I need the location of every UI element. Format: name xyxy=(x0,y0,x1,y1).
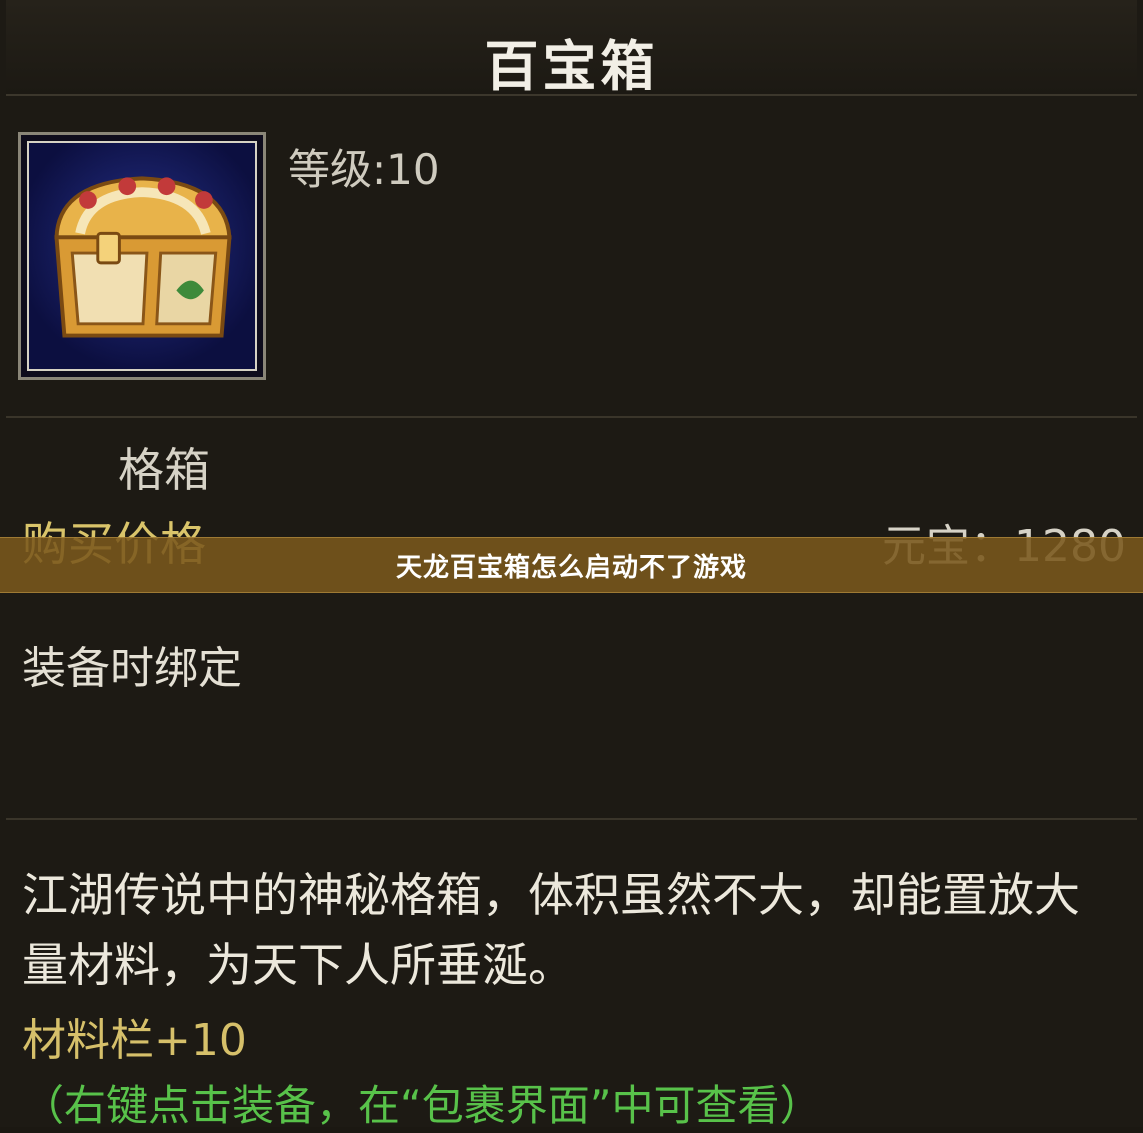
item-bonus: 材料栏+10 xyxy=(22,1015,247,1066)
overlay-banner: 天龙百宝箱怎么启动不了游戏 xyxy=(0,537,1143,593)
item-tooltip-panel: 百宝箱 等级:10 格箱 装备时绑定 江湖传说中的神秘格箱，体积虽然不大，却能置… xyxy=(0,0,1143,1130)
level-label: 等级 xyxy=(288,145,373,194)
item-header: 等级:10 xyxy=(6,96,1137,418)
window-title: 百宝箱 xyxy=(484,35,659,98)
treasure-chest-icon xyxy=(27,141,257,371)
banner-text: 天龙百宝箱怎么启动不了游戏 xyxy=(395,552,747,583)
item-icon-slot[interactable] xyxy=(18,132,266,380)
description-text: 江湖传说中的神秘格箱，体积虽然不大，却能置放大量材料，为天下人所垂涎。 xyxy=(22,868,1080,992)
bind-status: 装备时绑定 xyxy=(22,643,242,694)
level-separator: : xyxy=(372,145,387,194)
item-description: 江湖传说中的神秘格箱，体积虽然不大，却能置放大量材料，为天下人所垂涎。 材料栏+… xyxy=(6,822,1137,1130)
level-value: 10 xyxy=(386,145,440,194)
title-bar: 百宝箱 xyxy=(6,0,1137,98)
treasure-chest-graphic xyxy=(54,176,232,338)
usage-hint: （右键点击装备，在“包裹界面”中可查看） xyxy=(22,1081,822,1130)
item-info: 格箱 购买价格 元宝：1280 装备时绑定 xyxy=(6,418,1137,820)
item-level: 等级:10 xyxy=(288,136,440,197)
item-category: 格箱 xyxy=(118,443,210,497)
